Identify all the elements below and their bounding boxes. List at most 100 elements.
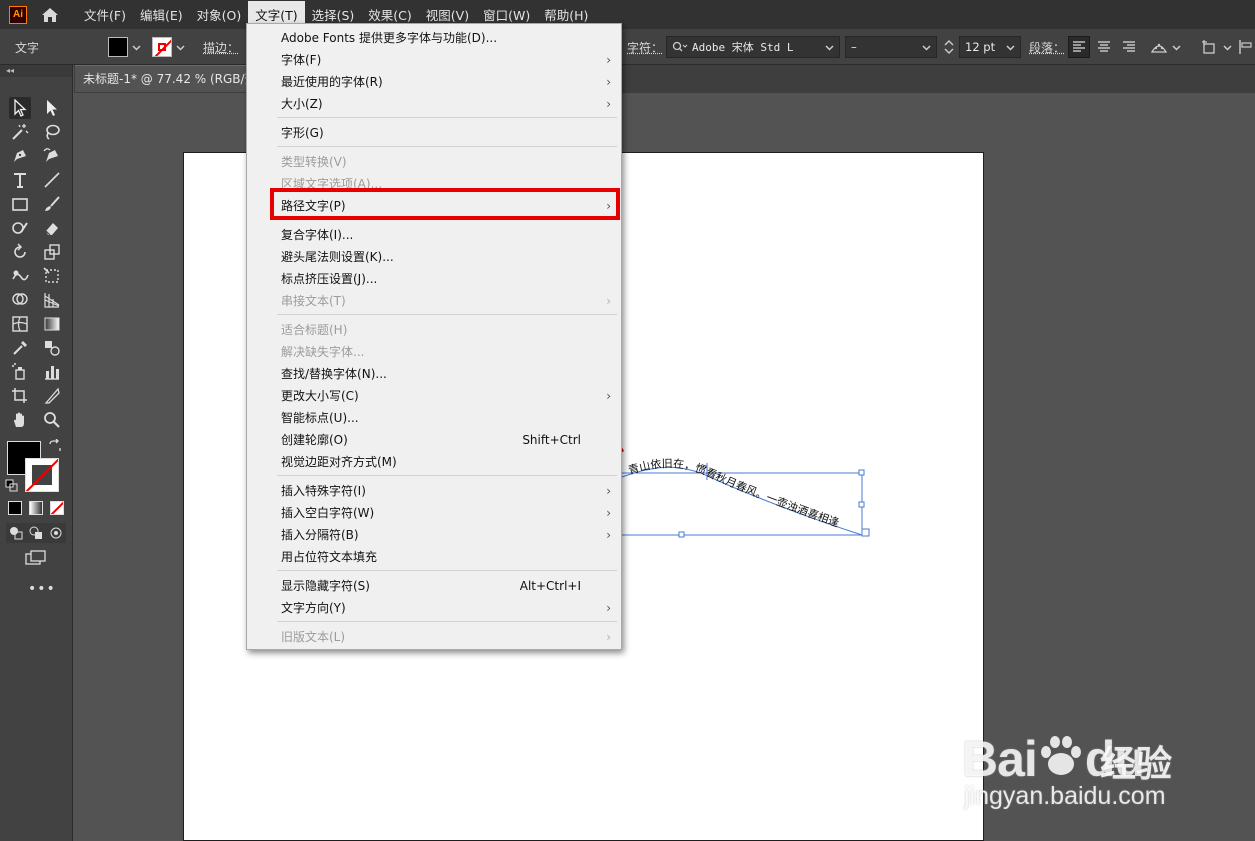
menu-item[interactable]: 对象(O): [190, 1, 249, 28]
type-tool[interactable]: [9, 169, 31, 191]
free-transform-tool[interactable]: [41, 265, 63, 287]
chevron-right-icon: ›: [606, 528, 611, 542]
draw-behind-icon[interactable]: [29, 526, 43, 540]
warp-tool[interactable]: [9, 265, 31, 287]
bounding-handle[interactable]: [678, 531, 685, 538]
menu-option-label: 用占位符文本填充: [281, 550, 378, 564]
menu-option[interactable]: 显示隐藏字符(S) Alt+Ctrl+I: [281, 575, 621, 597]
home-icon[interactable]: [39, 4, 61, 26]
menu-option-label: 视觉边距对齐方式(M): [281, 455, 397, 469]
align-left-icon: [1073, 41, 1085, 52]
align-right-button[interactable]: [1118, 36, 1140, 58]
gradient-mode-button[interactable]: [29, 501, 43, 515]
app-logo: Ai: [9, 5, 27, 24]
selection-arrow-icon: [14, 99, 27, 117]
direct-selection-tool[interactable]: [41, 97, 63, 119]
magic-wand-tool[interactable]: [9, 121, 31, 143]
menu-option-label: 标点挤压设置(J)...: [281, 272, 378, 286]
column-graph-tool[interactable]: [41, 361, 63, 383]
paw-logo-icon: [1040, 736, 1081, 775]
menu-option[interactable]: 智能标点(U)...: [281, 407, 621, 429]
menu-option[interactable]: 更改大小写(C) ›: [281, 385, 621, 407]
stroke-label[interactable]: 描边：: [203, 29, 239, 65]
font-style-field[interactable]: –: [845, 29, 937, 65]
blend-tool[interactable]: [41, 337, 63, 359]
slice-tool[interactable]: [41, 385, 63, 407]
transform-dropdown[interactable]: [1201, 29, 1232, 65]
menu-option[interactable]: 复合字体(I)...: [281, 224, 621, 246]
menu-option[interactable]: 插入空白字符(W) ›: [281, 502, 621, 524]
draw-inside-icon[interactable]: [49, 526, 63, 540]
align-left-button[interactable]: [1068, 36, 1090, 58]
menu-option[interactable]: 最近使用的字体(R) ›: [281, 71, 621, 93]
recolor-dropdown[interactable]: [1150, 29, 1181, 65]
paintbrush-tool[interactable]: [41, 193, 63, 215]
stroke-color-dropdown[interactable]: [152, 29, 185, 65]
fill-color-dropdown[interactable]: [108, 29, 141, 65]
menu-option[interactable]: 查找/替换字体(N)...: [281, 363, 621, 385]
pen-tool[interactable]: [9, 145, 31, 167]
menu-option[interactable]: 字体(F) ›: [281, 49, 621, 71]
color-mode-button[interactable]: [8, 501, 22, 515]
selection-tool[interactable]: [9, 97, 31, 119]
character-label[interactable]: 字符：: [627, 29, 663, 65]
collapse-panel-icon[interactable]: ◂◂: [0, 65, 72, 77]
scale-tool[interactable]: [41, 241, 63, 263]
symbol-sprayer-tool[interactable]: [9, 361, 31, 383]
menu-option-shortcut: Alt+Ctrl+I: [519, 579, 581, 593]
paragraph-label[interactable]: 段落：: [1029, 29, 1065, 65]
menu-option[interactable]: Adobe Fonts 提供更多字体与功能(D)...: [281, 27, 621, 49]
menu-option[interactable]: 插入分隔符(B) ›: [281, 524, 621, 546]
menu-option[interactable]: 字形(G): [281, 122, 621, 144]
gradient-tool[interactable]: [41, 313, 63, 335]
menu-option[interactable]: 用占位符文本填充: [281, 546, 621, 568]
line-icon: [44, 172, 60, 188]
shape-builder-tool[interactable]: [9, 289, 31, 311]
more-tools-icon[interactable]: •••: [28, 581, 56, 597]
menu-option[interactable]: 大小(Z) ›: [281, 93, 621, 115]
bounding-handle[interactable]: [858, 469, 865, 476]
lasso-tool[interactable]: [41, 121, 63, 143]
default-colors-icon[interactable]: [5, 479, 19, 496]
shaper-tool[interactable]: [9, 217, 31, 239]
chevron-right-icon: ›: [606, 53, 611, 67]
menu-option[interactable]: 文字方向(Y) ›: [281, 597, 621, 619]
line-segment-tool[interactable]: [41, 169, 63, 191]
curvature-tool[interactable]: [41, 145, 63, 167]
menu-option-label: 避头尾法则设置(K)...: [281, 250, 394, 264]
bounding-handle[interactable]: [861, 528, 870, 537]
direct-selection-icon: [47, 100, 57, 116]
perspective-grid-tool[interactable]: [41, 289, 63, 311]
magic-wand-icon: [12, 124, 29, 140]
stepper-icon[interactable]: [942, 37, 956, 57]
screen-mode-icon[interactable]: [25, 550, 47, 569]
hand-tool[interactable]: [9, 409, 31, 431]
font-family-field[interactable]: Adobe 宋体 Std L: [666, 29, 840, 65]
eraser-tool[interactable]: [41, 217, 63, 239]
path-text-object[interactable]: 青山依旧在，惯看秋月春风。一壶浊酒喜相逢: [600, 455, 880, 550]
draw-normal-icon[interactable]: [9, 526, 23, 540]
rectangle-tool[interactable]: [9, 193, 31, 215]
rotate-tool[interactable]: [9, 241, 31, 263]
artboard-icon: [12, 388, 27, 403]
none-mode-button[interactable]: [50, 501, 64, 515]
document-tab[interactable]: 未标题-1* @ 77.42 % (RGB/预: [75, 65, 255, 92]
menu-option[interactable]: 避头尾法则设置(K)...: [281, 246, 621, 268]
menu-option[interactable]: 标点挤压设置(J)...: [281, 268, 621, 290]
mesh-tool[interactable]: [9, 313, 31, 335]
menu-item[interactable]: 文件(F): [77, 1, 133, 28]
eyedropper-tool[interactable]: [9, 337, 31, 359]
font-size-field[interactable]: 12 pt: [942, 29, 1021, 65]
align-center-button[interactable]: [1093, 36, 1115, 58]
artboard-tool[interactable]: [9, 385, 31, 407]
chevron-right-icon: ›: [606, 97, 611, 111]
stroke-color-box[interactable]: [25, 458, 59, 492]
menu-option[interactable]: 视觉边距对齐方式(M): [281, 451, 621, 473]
bounding-handle[interactable]: [858, 501, 865, 508]
swap-colors-icon[interactable]: [48, 438, 62, 456]
align-panel-button[interactable]: [1238, 29, 1252, 65]
menu-option[interactable]: 创建轮廓(O) Shift+Ctrl: [281, 429, 621, 451]
menu-item[interactable]: 编辑(E): [133, 1, 190, 28]
zoom-tool[interactable]: [41, 409, 63, 431]
menu-option[interactable]: 插入特殊字符(I) ›: [281, 480, 621, 502]
